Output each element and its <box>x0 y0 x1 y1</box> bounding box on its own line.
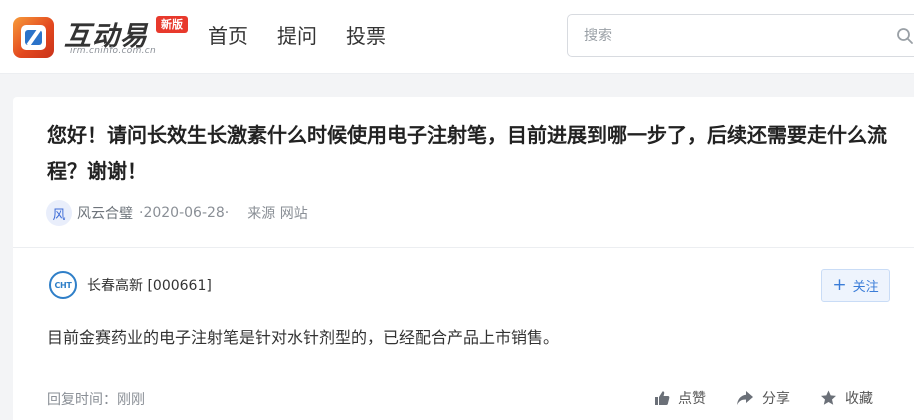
company-name[interactable]: 长春高新 [000661] <box>87 275 212 295</box>
star-icon <box>821 390 836 405</box>
answer-text: 目前金赛药业的电子注射笔是针对水针剂型的，已经配合产品上市销售。 <box>47 328 560 347</box>
like-button[interactable]: 点赞 <box>654 388 706 408</box>
question-source: 来源 网站 <box>247 206 308 222</box>
company-logo-icon: CHT <box>49 271 77 299</box>
favorite-button[interactable]: 收藏 <box>820 388 873 408</box>
reply-time: 回复时间：刚刚 <box>47 392 145 408</box>
search-input[interactable] <box>584 25 884 47</box>
new-version-badge: 新版 <box>156 16 188 33</box>
question-text: 您好！请问长效生长激素什么时候使用电子注射笔，目前进展到哪一步了，后续还需要走什… <box>47 123 887 183</box>
qa-card: 您好！请问长效生长激素什么时候使用电子注射笔，目前进展到哪一步了，后续还需要走什… <box>13 97 914 420</box>
asker-avatar: 风 <box>46 200 72 226</box>
share-label: 分享 <box>762 391 790 407</box>
top-header: 互动易 irm.cninfo.com.cn 新版 首页 提问 投票 <box>0 0 914 74</box>
site-logo[interactable]: 互动易 irm.cninfo.com.cn 新版 <box>12 12 192 62</box>
divider <box>13 247 914 248</box>
plus-icon: + <box>832 275 847 295</box>
search-icon[interactable] <box>896 27 914 45</box>
company-info[interactable]: CHT 长春高新 [000661] <box>49 271 212 299</box>
question-meta: 风 风云合璧 ·2020-06-28· 来源 网站 <box>46 200 308 226</box>
main-nav: 首页 提问 投票 <box>208 22 415 50</box>
search-box <box>567 14 914 57</box>
like-label: 点赞 <box>678 391 706 407</box>
share-button[interactable]: 分享 <box>736 388 790 408</box>
nav-home[interactable]: 首页 <box>208 22 248 50</box>
asker-name[interactable]: 风云合璧 <box>77 203 133 223</box>
nav-vote[interactable]: 投票 <box>346 22 386 50</box>
share-icon <box>737 391 753 405</box>
follow-label: 关注 <box>852 280 879 295</box>
answer-actions: 点赞 分享 收藏 <box>654 388 873 408</box>
favorite-label: 收藏 <box>845 391 873 407</box>
thumbs-up-icon <box>655 391 670 405</box>
question-date: ·2020-06-28· <box>139 205 230 221</box>
logo-subtitle: irm.cninfo.com.cn <box>70 46 157 56</box>
logo-icon <box>13 17 54 58</box>
nav-ask[interactable]: 提问 <box>277 22 317 50</box>
follow-button[interactable]: + 关注 <box>821 269 890 302</box>
